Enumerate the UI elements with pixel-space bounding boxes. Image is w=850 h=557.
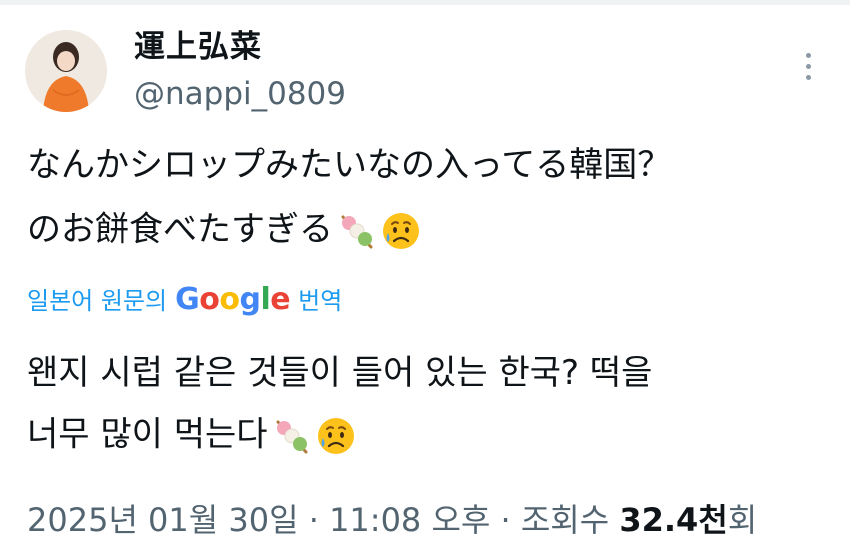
- meta-separator: ·: [298, 501, 330, 539]
- tweet-original-line-2-container: のお餅食べたすぎる: [27, 209, 423, 253]
- tweet-time[interactable]: 11:08 오후: [329, 501, 490, 539]
- meta-separator: ·: [490, 501, 521, 539]
- translation-attribution[interactable]: 일본어 원문의 Google 번역: [27, 285, 342, 316]
- tweet-original-line-2: のお餅食べたすぎる: [27, 209, 333, 250]
- dango-icon: [341, 215, 373, 249]
- tweet-original-line-1: なんかシロップみたいなの入ってる韓国？: [27, 145, 672, 185]
- avatar[interactable]: [25, 30, 107, 112]
- top-divider: [0, 0, 850, 5]
- translation-prefix: 일본어 원문의: [27, 287, 168, 315]
- tweet-translated-line-2-container: 너무 많이 먹는다: [27, 414, 358, 458]
- views-suffix: 회: [727, 501, 758, 539]
- display-name[interactable]: 運上弘菜: [134, 28, 262, 66]
- sad-relieved-face-icon: [383, 213, 419, 249]
- user-handle[interactable]: @nappi_0809: [134, 75, 346, 113]
- tweet-translated-line-1: 왠지 시럽 같은 것들이 들어 있는 한국? 떡을: [27, 353, 653, 393]
- google-logo: Google: [175, 282, 291, 317]
- avatar-image: [25, 30, 107, 112]
- tweet-metadata: 2025년 01월 30일 · 11:08 오후 · 조회수 32.4천회: [27, 500, 757, 540]
- dango-icon: [276, 420, 308, 454]
- tweet-date[interactable]: 2025년 01월 30일: [27, 501, 299, 539]
- more-options-icon[interactable]: [790, 46, 826, 86]
- views-label: 조회수: [520, 501, 620, 539]
- views-count: 32.4: [619, 501, 699, 539]
- tweet-translated-line-2: 너무 많이 먹는다: [27, 414, 268, 455]
- views-unit: 천: [698, 501, 728, 539]
- translation-suffix: 번역: [298, 287, 343, 315]
- sad-relieved-face-icon: [317, 418, 354, 454]
